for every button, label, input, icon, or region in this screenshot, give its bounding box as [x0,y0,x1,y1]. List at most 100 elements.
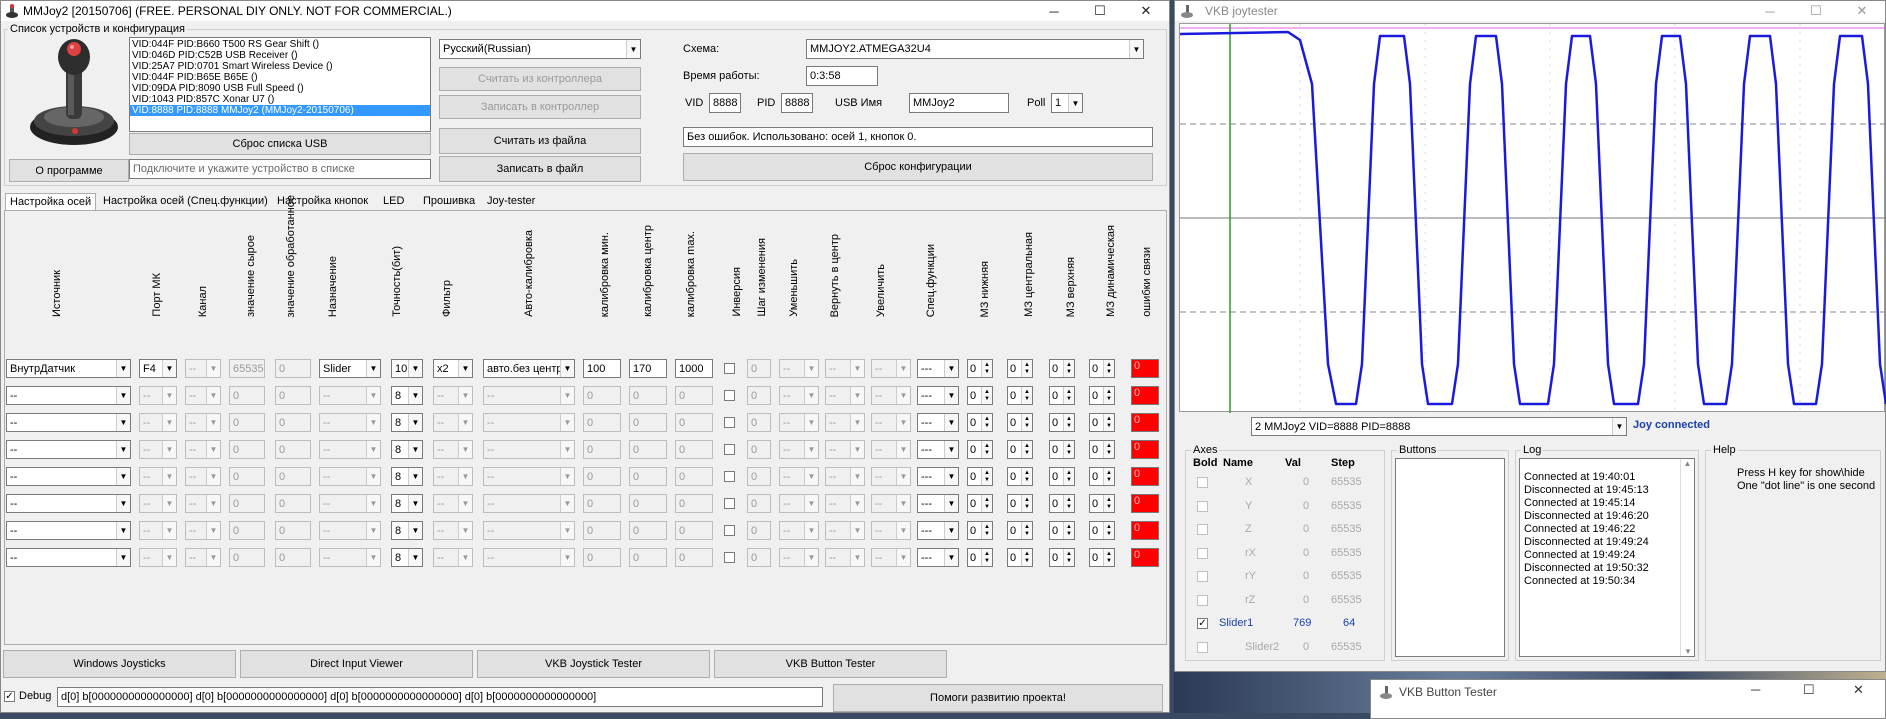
spin-arrows-icon[interactable]: ▲ ▼ [1103,522,1114,539]
axis-bold-checkbox[interactable]: ✓ [1197,618,1208,629]
spin-arrows-icon[interactable]: ▲ ▼ [1063,387,1074,404]
axis-bold-checkbox[interactable] [1197,547,1208,559]
assign-select[interactable]: -- ▼ [319,548,381,567]
raw-value-field[interactable]: 0 [229,521,265,540]
filter-select[interactable]: -- ▼ [433,467,473,486]
channel-select[interactable]: -- ▼ [185,467,221,486]
log-scrollbar[interactable]: ▲ ▼ [1680,459,1694,656]
assign-select[interactable]: -- ▼ [319,440,381,459]
spin-arrows-icon[interactable]: ▲ ▼ [1103,414,1114,431]
bits-select[interactable]: 8 ▼ [391,467,423,486]
processed-value-field[interactable]: 0 [275,494,311,513]
decrease-select[interactable]: -- ▼ [779,386,819,405]
center-select[interactable]: -- ▼ [825,521,865,540]
cal-max-field[interactable]: 0 [675,440,713,459]
cal-max-field[interactable]: 0 [675,548,713,567]
autocal-select[interactable]: авто.без центр ▼ [483,359,575,378]
port-select[interactable]: F4 ▼ [139,359,177,378]
invert-checkbox[interactable] [724,444,735,455]
deadzone-dynamic-spinner[interactable]: 0 ▲ ▼ [1089,413,1115,432]
spin-arrows-icon[interactable]: ▲ ▼ [981,495,992,512]
cal-max-field[interactable]: 0 [675,494,713,513]
source-select[interactable]: -- ▼ [6,467,131,486]
center-select[interactable]: -- ▼ [825,440,865,459]
deadzone-center-spinner[interactable]: 0 ▲ ▼ [1007,413,1033,432]
axis-bold-checkbox[interactable] [1197,641,1208,653]
deadzone-dynamic-spinner[interactable]: 0 ▲ ▼ [1089,521,1115,540]
cal-center-field[interactable]: 170 [629,359,667,378]
increase-select[interactable]: -- ▼ [871,386,911,405]
tab-axes[interactable]: Настройка осей [5,193,97,211]
cal-max-field[interactable]: 1000 [675,359,713,378]
device-list-item-selected[interactable]: VID:8888 PID:8888 MMJoy2 (MMJoy2-2015070… [130,105,430,116]
increase-select[interactable]: -- ▼ [871,548,911,567]
raw-value-field[interactable]: 0 [229,548,265,567]
invert-checkbox[interactable] [724,552,735,563]
spin-arrows-icon[interactable]: ▲ ▼ [1063,441,1074,458]
center-select[interactable]: -- ▼ [825,494,865,513]
increase-select[interactable]: -- ▼ [871,467,911,486]
channel-select[interactable]: -- ▼ [185,386,221,405]
step-field[interactable]: 0 [747,386,771,405]
special-select[interactable]: --- ▼ [917,467,959,486]
cal-min-field[interactable]: 0 [583,386,621,405]
filter-select[interactable]: -- ▼ [433,548,473,567]
channel-select[interactable]: -- ▼ [185,359,221,378]
spin-arrows-icon[interactable]: ▲ ▼ [1063,468,1074,485]
maximize-button[interactable]: ☐ [1803,682,1815,698]
deadzone-dynamic-spinner[interactable]: 0 ▲ ▼ [1089,386,1115,405]
invert-checkbox[interactable] [724,417,735,428]
reset-config-button[interactable]: Сброс конфигурации [683,153,1153,181]
write-controller-button[interactable]: Записать в контроллер [439,95,641,119]
spin-arrows-icon[interactable]: ▲ ▼ [1103,468,1114,485]
deadzone-low-spinner[interactable]: 0 ▲ ▼ [967,467,993,486]
minimize-button[interactable]: ─ [1747,1,1793,21]
cal-max-field[interactable]: 0 [675,413,713,432]
spin-arrows-icon[interactable]: ▲ ▼ [1063,495,1074,512]
cal-min-field[interactable]: 0 [583,521,621,540]
cal-max-field[interactable]: 0 [675,521,713,540]
autocal-select[interactable]: -- ▼ [483,548,575,567]
buttons-list[interactable] [1395,458,1505,657]
pid-field[interactable]: 8888 [781,93,813,113]
tab-led[interactable]: LED [379,193,408,211]
bits-select[interactable]: 8 ▼ [391,440,423,459]
spin-arrows-icon[interactable]: ▲ ▼ [1063,414,1074,431]
autocal-select[interactable]: -- ▼ [483,521,575,540]
invert-checkbox[interactable] [724,363,735,374]
channel-select[interactable]: -- ▼ [185,521,221,540]
minimize-button[interactable]: ─ [1031,1,1077,21]
processed-value-field[interactable]: 0 [275,521,311,540]
spin-arrows-icon[interactable]: ▲ ▼ [1021,414,1032,431]
special-select[interactable]: --- ▼ [917,494,959,513]
deadzone-upper-spinner[interactable]: 0 ▲ ▼ [1049,413,1075,432]
filter-select[interactable]: -- ▼ [433,521,473,540]
assign-select[interactable]: -- ▼ [319,413,381,432]
special-select[interactable]: --- ▼ [917,521,959,540]
channel-select[interactable]: -- ▼ [185,548,221,567]
minimize-button[interactable]: ─ [1751,682,1760,697]
bits-select[interactable]: 10 ▼ [391,359,423,378]
spin-arrows-icon[interactable]: ▲ ▼ [1021,549,1032,566]
bits-select[interactable]: 8 ▼ [391,386,423,405]
spin-arrows-icon[interactable]: ▲ ▼ [1103,387,1114,404]
filter-select[interactable]: -- ▼ [433,494,473,513]
cal-min-field[interactable]: 0 [583,467,621,486]
cal-min-field[interactable]: 0 [583,494,621,513]
decrease-select[interactable]: -- ▼ [779,359,819,378]
deadzone-center-spinner[interactable]: 0 ▲ ▼ [1007,440,1033,459]
assign-select[interactable]: -- ▼ [319,467,381,486]
raw-value-field[interactable]: 0 [229,440,265,459]
decrease-select[interactable]: -- ▼ [779,521,819,540]
close-button[interactable]: ✕ [1839,1,1885,21]
source-select[interactable]: -- ▼ [6,386,131,405]
deadzone-dynamic-spinner[interactable]: 0 ▲ ▼ [1089,467,1115,486]
assign-select[interactable]: -- ▼ [319,521,381,540]
autocal-select[interactable]: -- ▼ [483,494,575,513]
log-list[interactable]: Connected at 19:40:01 Disconnected at 19:… [1519,458,1695,657]
axis-bold-checkbox[interactable] [1197,571,1208,582]
deadzone-upper-spinner[interactable]: 0 ▲ ▼ [1049,440,1075,459]
write-file-button[interactable]: Записать в файл [439,156,641,182]
cal-min-field[interactable]: 0 [583,440,621,459]
decrease-select[interactable]: -- ▼ [779,413,819,432]
